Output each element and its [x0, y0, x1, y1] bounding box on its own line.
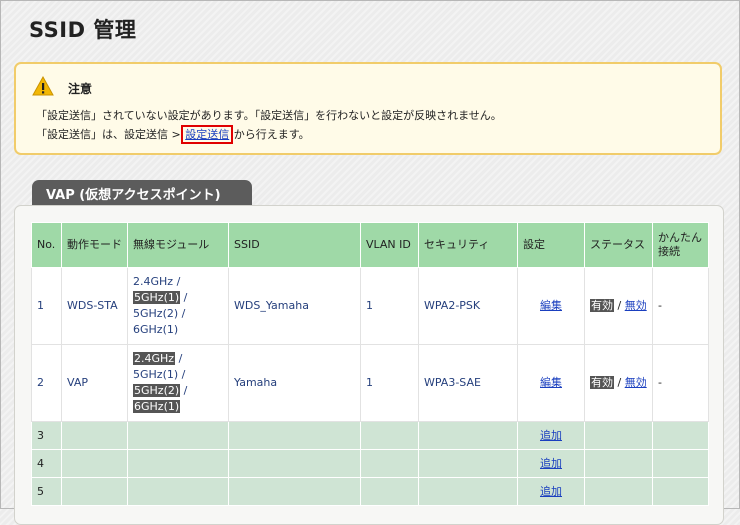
status-disable-link[interactable]: 無効 [625, 299, 647, 312]
add-link[interactable]: 追加 [540, 485, 562, 498]
table-row-empty: 4 追加 [31, 449, 709, 478]
row-no: 4 [31, 449, 62, 478]
module-item: 6GHz(1) [133, 400, 181, 413]
row-setting: 追加 [517, 449, 585, 478]
edit-link[interactable]: 編集 [540, 376, 562, 389]
module-item: 5GHz(1) / [133, 368, 186, 381]
row-setting: 編集 [517, 267, 585, 345]
page-title: SSID 管理 [29, 18, 137, 42]
notice-instruction-suffix: から行えます。 [230, 128, 310, 141]
module-label: 5GHz(2) [133, 307, 179, 320]
table-row-empty: 5 追加 [31, 477, 709, 506]
row-modules: 2.4GHz / 5GHz(1) / 5GHz(2) / 6GHz(1) [127, 344, 229, 422]
row-ssid: Yamaha [228, 344, 361, 422]
row-no: 2 [31, 344, 62, 422]
module-item: 6GHz(1) [133, 323, 178, 336]
row-vlan: 1 [360, 344, 419, 422]
module-item: 5GHz(2) / [133, 384, 188, 397]
col-header-vlan: VLAN ID [360, 222, 419, 268]
module-label-active: 5GHz(2) [133, 384, 181, 397]
table-row: 2 VAP 2.4GHz / 5GHz(1) / 5GHz(2) / 6GHz(… [31, 344, 709, 422]
status-disable-link[interactable]: 無効 [625, 376, 647, 389]
row-no: 1 [31, 267, 62, 345]
col-header-module: 無線モジュール [127, 222, 229, 268]
col-header-mode: 動作モード [61, 222, 128, 268]
row-setting: 追加 [517, 421, 585, 450]
table-row-empty: 3 追加 [31, 421, 709, 450]
notice-box: 注意 「設定送信」されていない設定があります。「設定送信」を行わないと設定が反映… [14, 62, 722, 155]
col-header-easy-connect: かんたん接続 [652, 222, 709, 268]
notice-title: 注意 [68, 82, 93, 96]
row-no: 5 [31, 477, 62, 506]
row-modules: 2.4GHz / 5GHz(1) / 5GHz(2) / 6GHz(1) [127, 267, 229, 345]
row-vlan: 1 [360, 267, 419, 345]
warning-icon [32, 76, 54, 96]
col-header-status: ステータス [584, 222, 653, 268]
notice-message: 「設定送信」されていない設定があります。「設定送信」を行わないと設定が反映されま… [36, 109, 502, 122]
notice-instruction: 「設定送信」は、設定送信 > 設定送信 から行えます。 [36, 125, 310, 144]
col-header-no: No. [31, 222, 62, 268]
edit-link[interactable]: 編集 [540, 299, 562, 312]
row-mode: WDS-STA [61, 267, 128, 345]
table-row: 1 WDS-STA 2.4GHz / 5GHz(1) / 5GHz(2) / 6… [31, 267, 709, 345]
status-enabled[interactable]: 有効 [590, 299, 614, 312]
row-easy-connect: - [652, 344, 709, 422]
row-security: WPA2-PSK [418, 267, 518, 345]
vap-table: No. 動作モード 無線モジュール SSID VLAN ID セキュリティ 設定… [31, 222, 709, 506]
row-setting: 編集 [517, 344, 585, 422]
module-label: 6GHz(1) [133, 323, 179, 336]
row-no: 3 [31, 421, 62, 450]
row-ssid: WDS_Yamaha [228, 267, 361, 345]
col-header-setting: 設定 [517, 222, 585, 268]
module-label: 2.4GHz [133, 275, 174, 288]
row-status: 有効 / 無効 [584, 344, 653, 422]
module-item: 5GHz(2) / [133, 307, 186, 320]
row-easy-connect: - [652, 267, 709, 345]
module-label: 5GHz(1) [133, 368, 179, 381]
status-enabled[interactable]: 有効 [590, 376, 614, 389]
col-header-ssid: SSID [228, 222, 361, 268]
vap-section-tab: VAP (仮想アクセスポイント) [32, 180, 252, 206]
row-status: 有効 / 無効 [584, 267, 653, 345]
add-link[interactable]: 追加 [540, 457, 562, 470]
add-link[interactable]: 追加 [540, 429, 562, 442]
row-setting: 追加 [517, 477, 585, 506]
table-header-row: No. 動作モード 無線モジュール SSID VLAN ID セキュリティ 設定… [31, 222, 709, 268]
module-label-active: 6GHz(1) [133, 400, 181, 413]
notice-instruction-prefix: 「設定送信」は、設定送信 > [36, 128, 185, 141]
send-settings-link[interactable]: 設定送信 [181, 125, 234, 144]
row-mode: VAP [61, 344, 128, 422]
module-label-active: 2.4GHz [133, 352, 176, 365]
module-item: 2.4GHz / [133, 352, 183, 365]
row-security: WPA3-SAE [418, 344, 518, 422]
module-item: 5GHz(1) / [133, 291, 188, 304]
col-header-security: セキュリティ [418, 222, 518, 268]
module-label-active: 5GHz(1) [133, 291, 181, 304]
module-item: 2.4GHz / [133, 275, 181, 288]
